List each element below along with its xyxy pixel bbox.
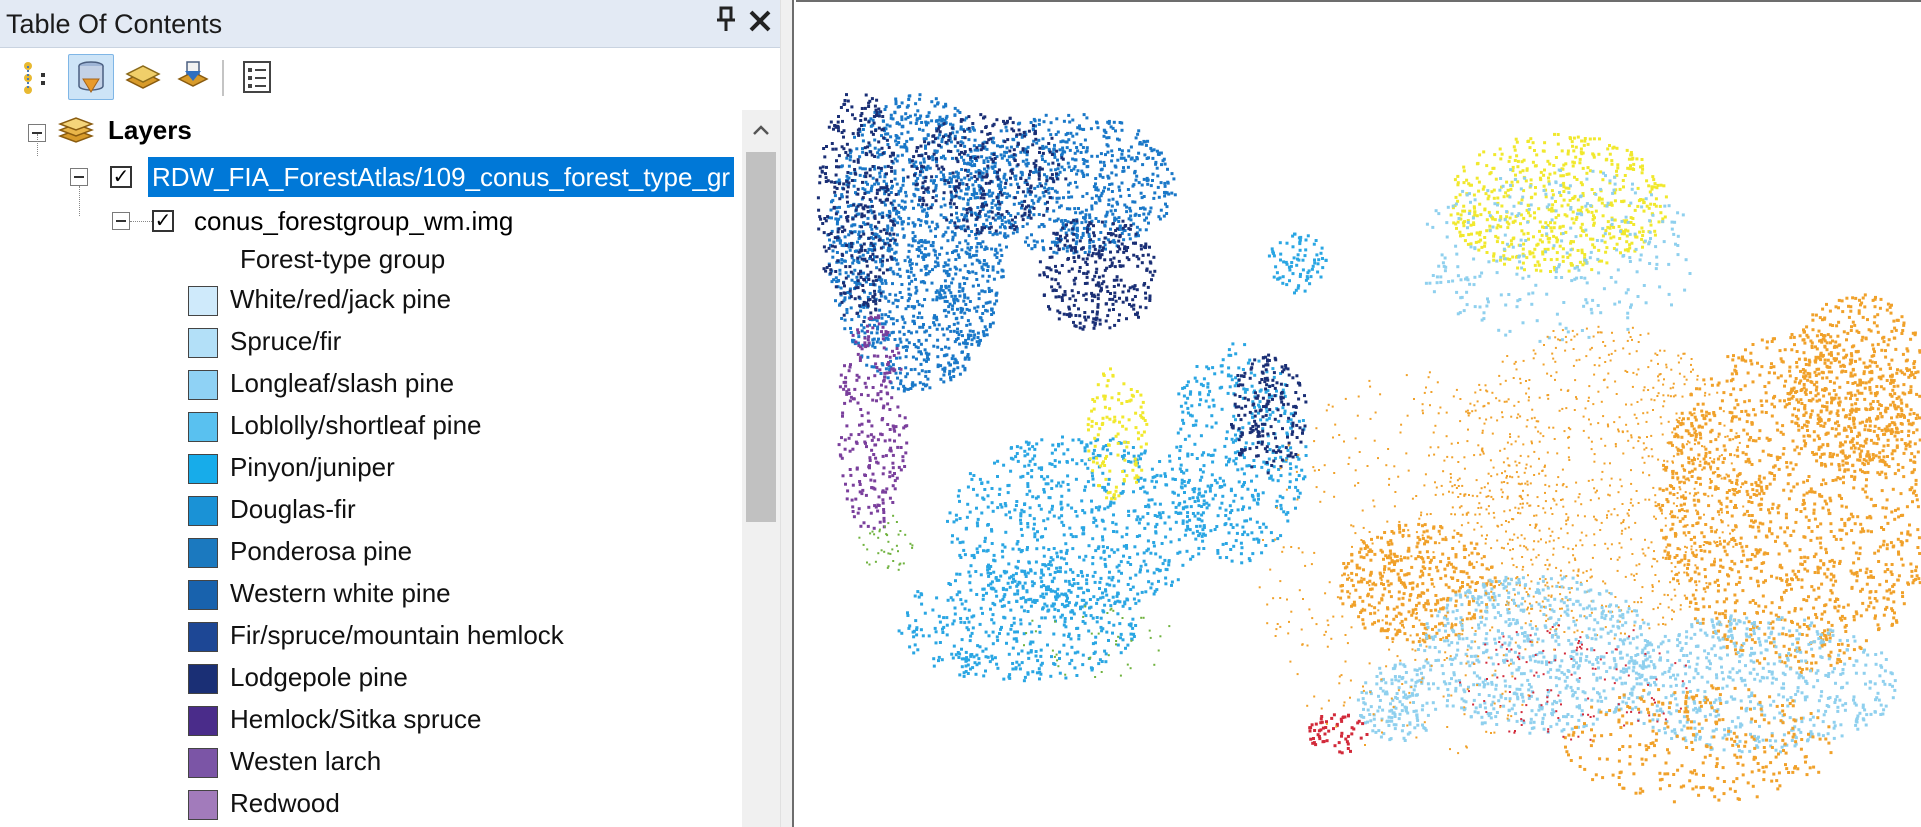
legend-label: Pinyon/juniper xyxy=(230,452,395,482)
toc-title-bar: Table Of Contents xyxy=(0,0,780,48)
legend-label: Western white pine xyxy=(230,578,451,608)
service-layer-label: RDW_FIA_ForestAtlas/109_conus_forest_typ… xyxy=(148,157,735,197)
collapse-service-icon[interactable] xyxy=(70,168,88,186)
legend-swatch xyxy=(188,580,218,610)
options-icon[interactable] xyxy=(234,54,280,100)
legend-label: Hemlock/Sitka spruce xyxy=(230,704,482,734)
legend-swatch xyxy=(188,706,218,736)
toc-scrollbar[interactable] xyxy=(742,110,780,827)
close-icon[interactable] xyxy=(745,5,775,41)
list-by-visibility-icon[interactable] xyxy=(120,54,166,100)
tree-connector xyxy=(79,186,80,216)
legend-label: Loblolly/shortleaf pine xyxy=(230,410,482,440)
list-by-selection-icon[interactable] xyxy=(170,54,216,100)
toolbar-separator xyxy=(222,60,224,96)
raster-visibility-checkbox[interactable]: ✓ xyxy=(152,210,174,232)
legend-swatch xyxy=(188,790,218,820)
legend-heading: Forest-type group xyxy=(240,244,446,274)
layer-tree: Layers ✓ RDW_FIA_ForestAtlas/109_conus_f… xyxy=(0,110,742,827)
list-by-drawing-order-icon[interactable] xyxy=(14,54,60,100)
legend-label: Lodgepole pine xyxy=(230,662,408,692)
legend-swatch xyxy=(188,370,218,400)
legend-swatch xyxy=(188,538,218,568)
collapse-raster-icon[interactable] xyxy=(112,212,130,230)
layers-root-label: Layers xyxy=(108,114,192,145)
legend-swatch xyxy=(188,286,218,316)
list-by-source-icon[interactable] xyxy=(68,54,114,100)
raster-layer-label: conus_forestgroup_wm.img xyxy=(194,205,514,236)
legend-label: Longleaf/slash pine xyxy=(230,368,455,398)
legend-swatch xyxy=(188,664,218,694)
layers-root-item[interactable]: Layers xyxy=(108,110,192,150)
tree-connector xyxy=(130,221,152,222)
service-layer-item[interactable]: RDW_FIA_ForestAtlas/109_conus_forest_typ… xyxy=(148,157,735,197)
legend-swatch xyxy=(188,748,218,778)
map-view[interactable] xyxy=(796,0,1921,827)
legend-label: Redwood xyxy=(230,788,340,818)
legend-swatch xyxy=(188,412,218,442)
service-visibility-checkbox[interactable]: ✓ xyxy=(110,166,132,188)
legend-swatch xyxy=(188,328,218,358)
scroll-thumb[interactable] xyxy=(746,152,776,522)
legend-label: Ponderosa pine xyxy=(230,536,413,566)
scroll-up-icon[interactable] xyxy=(742,110,780,150)
table-of-contents-panel: Table Of Contents Layers ✓ RDW_FIA_Fores… xyxy=(0,0,780,827)
legend-label: Douglas-fir xyxy=(230,494,356,524)
raster-layer-item[interactable]: conus_forestgroup_wm.img xyxy=(194,201,513,241)
forest-type-map xyxy=(816,93,1921,804)
layers-icon xyxy=(57,116,95,149)
panel-splitter[interactable] xyxy=(780,0,794,827)
tree-connector xyxy=(37,134,38,156)
legend-label: White/red/jack pine xyxy=(230,284,452,314)
toc-toolbar xyxy=(0,48,780,110)
toc-title: Table Of Contents xyxy=(6,9,223,39)
legend-swatch xyxy=(188,622,218,652)
pin-icon[interactable] xyxy=(711,6,741,40)
legend-label: Westen larch xyxy=(230,746,382,776)
legend-label: Spruce/fir xyxy=(230,326,342,356)
legend-swatch xyxy=(188,496,218,526)
legend-swatch xyxy=(188,454,218,484)
legend-label: Fir/spruce/mountain hemlock xyxy=(230,620,564,650)
